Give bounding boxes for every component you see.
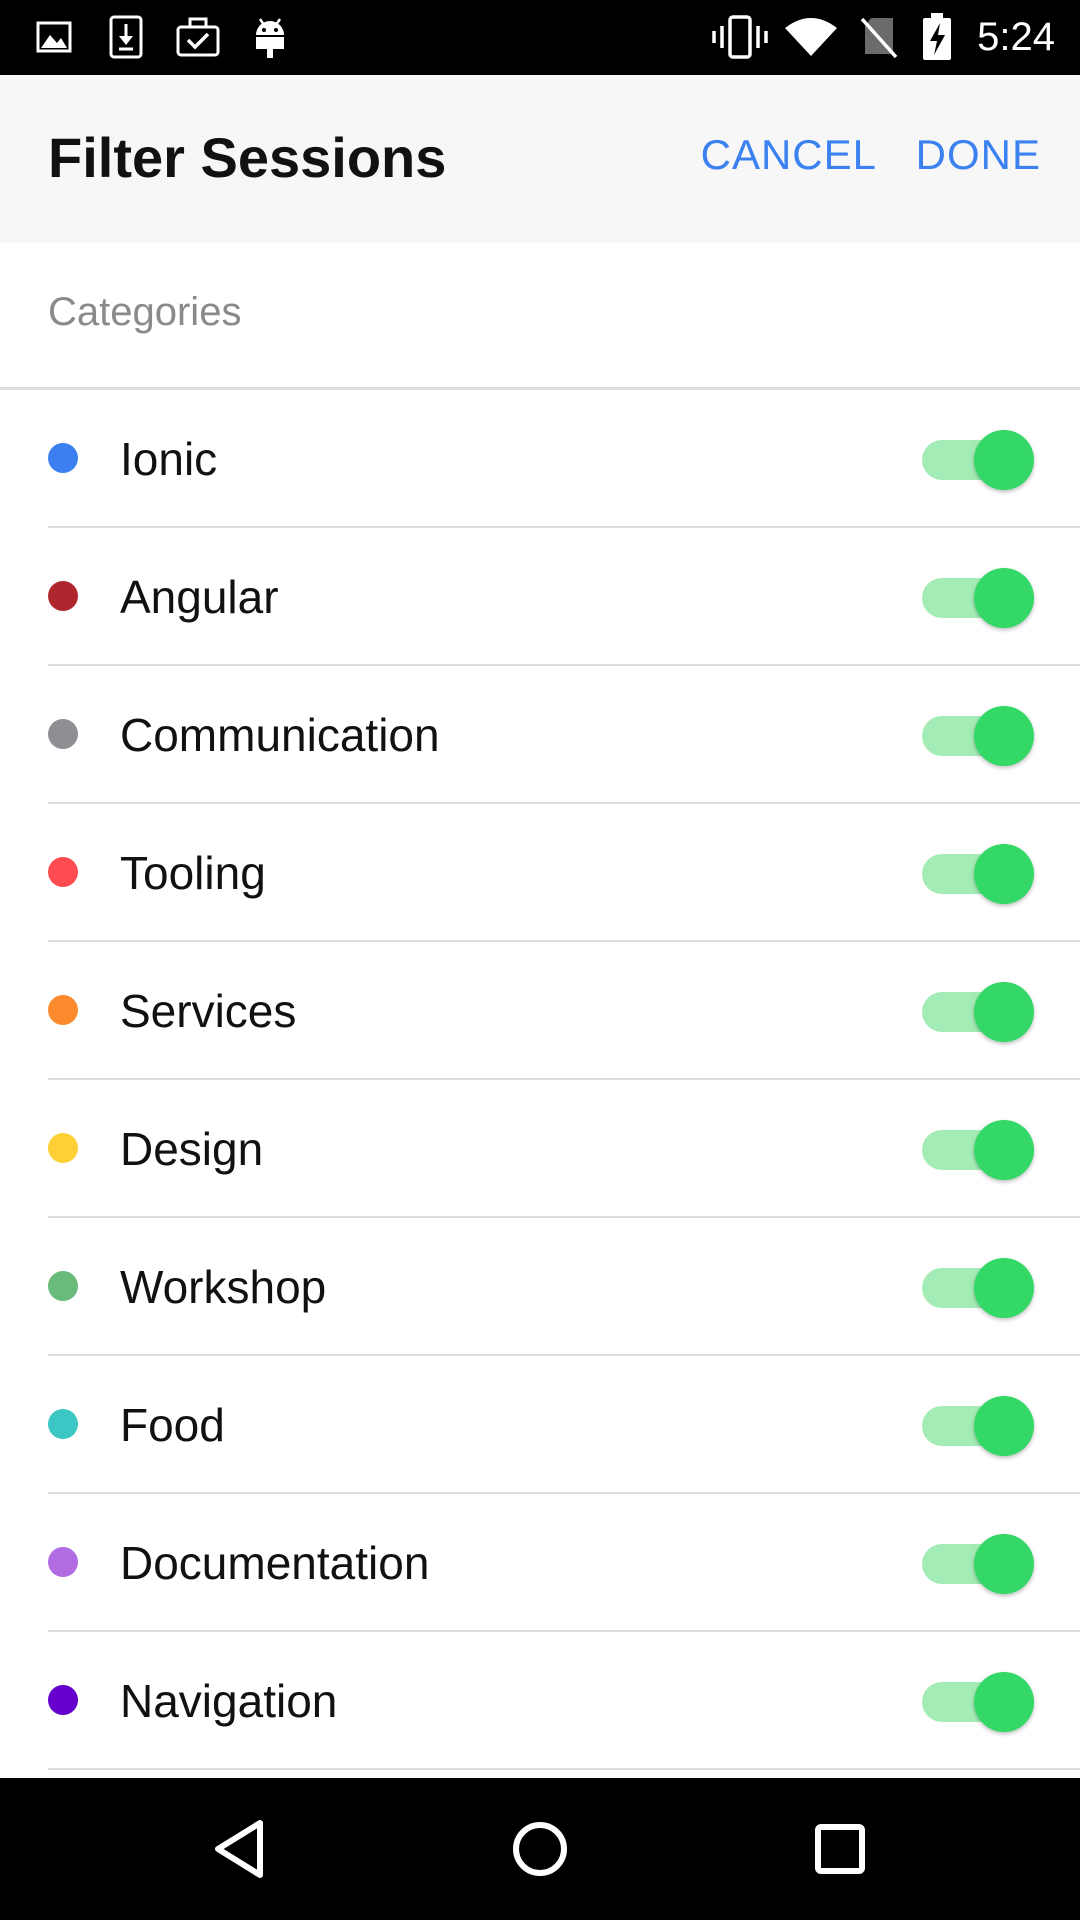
category-list: Ionic Angular Communication Tooling Services… (0, 390, 1080, 1770)
android-icon (250, 14, 290, 60)
list-item[interactable]: Services (0, 942, 1080, 1080)
header-toolbar: Filter Sessions CANCEL DONE (0, 75, 1080, 243)
toggle-knob (974, 844, 1034, 904)
toggle-knob (974, 430, 1034, 490)
list-item[interactable]: Design (0, 1080, 1080, 1218)
cancel-button[interactable]: CANCEL (701, 131, 877, 179)
category-toggle[interactable] (922, 1258, 1034, 1318)
list-item[interactable]: Angular (0, 528, 1080, 666)
category-color-dot (48, 857, 78, 887)
image-icon (34, 14, 74, 60)
download-icon (106, 14, 146, 60)
category-toggle[interactable] (922, 430, 1034, 490)
category-color-dot (48, 1547, 78, 1577)
list-item[interactable]: Tooling (0, 804, 1080, 942)
list-item[interactable]: Documentation (0, 1494, 1080, 1632)
toggle-knob (974, 706, 1034, 766)
briefcase-check-icon (175, 14, 221, 60)
category-label: Design (120, 1123, 264, 1175)
toggle-knob (974, 1672, 1034, 1732)
toggle-knob (974, 982, 1034, 1042)
category-toggle[interactable] (922, 1396, 1034, 1456)
page-title: Filter Sessions (48, 126, 447, 189)
category-toggle[interactable] (922, 844, 1034, 904)
system-nav-bar (0, 1778, 1080, 1920)
category-toggle[interactable] (922, 1672, 1034, 1732)
back-icon[interactable] (200, 1809, 280, 1889)
wifi-icon (783, 14, 839, 60)
category-color-dot (48, 1685, 78, 1715)
category-label: Workshop (120, 1261, 327, 1313)
category-label: Services (120, 985, 297, 1037)
category-label: Ionic (120, 433, 218, 485)
list-item[interactable]: Communication (0, 666, 1080, 804)
category-label: Documentation (120, 1537, 430, 1589)
list-item[interactable]: Food (0, 1356, 1080, 1494)
toggle-knob (974, 1120, 1034, 1180)
category-label: Tooling (120, 847, 266, 899)
home-icon[interactable] (500, 1809, 580, 1889)
list-item[interactable]: Navigation (0, 1632, 1080, 1770)
category-toggle[interactable] (922, 706, 1034, 766)
status-bar: 5:24 (0, 0, 1080, 75)
toggle-knob (974, 568, 1034, 628)
category-label: Communication (120, 709, 440, 761)
recents-icon[interactable] (800, 1809, 880, 1889)
no-sim-icon (857, 14, 901, 60)
list-item[interactable]: Ionic (0, 390, 1080, 528)
category-toggle[interactable] (922, 1534, 1034, 1594)
filter-content[interactable]: Categories Ionic Angular Communication Tool… (0, 243, 1080, 1778)
category-label: Navigation (120, 1675, 338, 1727)
toggle-knob (974, 1258, 1034, 1318)
category-color-dot (48, 1271, 78, 1301)
category-color-dot (48, 443, 78, 473)
category-toggle[interactable] (922, 568, 1034, 628)
vibrate-icon (710, 14, 770, 60)
category-color-dot (48, 719, 78, 749)
category-color-dot (48, 1409, 78, 1439)
toggle-knob (974, 1396, 1034, 1456)
category-color-dot (48, 995, 78, 1025)
done-button[interactable]: DONE (916, 131, 1041, 179)
category-label: Food (120, 1399, 225, 1451)
category-label: Angular (120, 571, 279, 623)
toggle-knob (974, 1534, 1034, 1594)
section-header-categories: Categories (48, 290, 242, 334)
category-color-dot (48, 1133, 78, 1163)
category-toggle[interactable] (922, 982, 1034, 1042)
battery-charging-icon (919, 13, 955, 60)
category-toggle[interactable] (922, 1120, 1034, 1180)
status-time: 5:24 (977, 15, 1055, 59)
category-color-dot (48, 581, 78, 611)
list-item[interactable]: Workshop (0, 1218, 1080, 1356)
